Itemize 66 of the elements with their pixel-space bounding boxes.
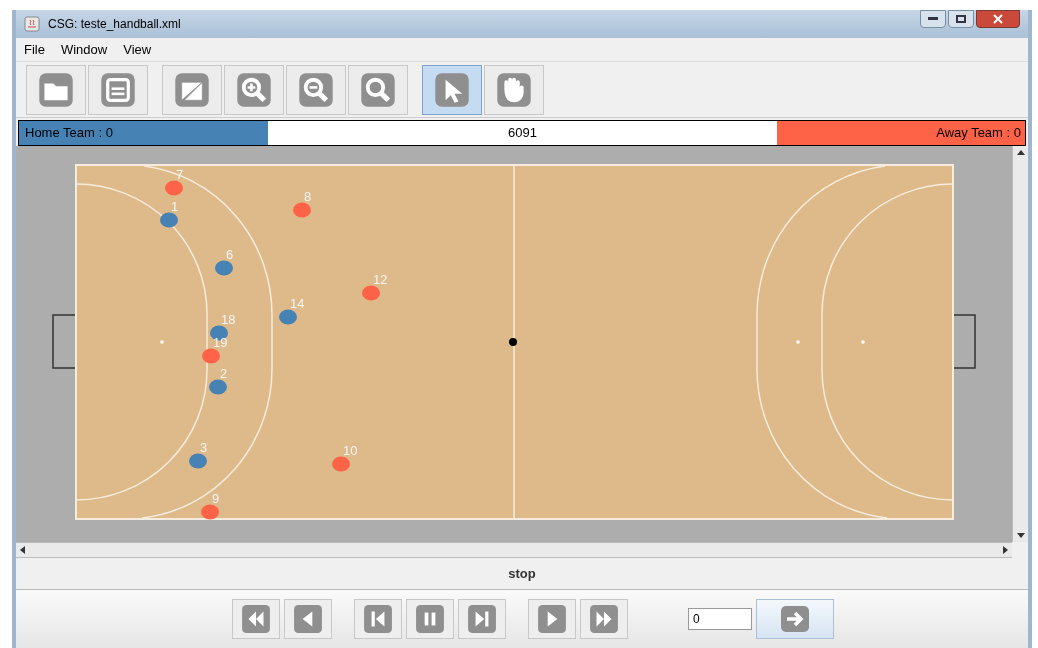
penalty-mark	[796, 340, 800, 344]
toolbar-button[interactable]	[26, 64, 86, 115]
goal	[953, 314, 976, 369]
player-number: 14	[290, 296, 305, 311]
toolbar-button[interactable]	[224, 64, 284, 115]
scroll-left-icon	[20, 546, 25, 554]
play-icon	[537, 604, 567, 634]
home-team-score: Home Team : 0	[19, 121, 268, 145]
menu-item[interactable]: View	[123, 39, 152, 60]
player-number: 3	[200, 440, 208, 455]
player-number: 1	[171, 199, 179, 214]
diagonal-square-icon	[174, 71, 210, 108]
maximize-button[interactable]	[948, 10, 974, 28]
go-button[interactable]	[756, 599, 834, 639]
playback-button[interactable]	[406, 599, 454, 639]
menu-item[interactable]: File	[24, 39, 45, 60]
playback-button[interactable]	[458, 599, 506, 639]
playback-button[interactable]	[580, 599, 628, 639]
scroll-up-icon	[1016, 150, 1025, 155]
penalty-mark	[160, 340, 164, 344]
player-number: 2	[220, 366, 228, 381]
close-button[interactable]	[976, 10, 1020, 28]
scroll-right-icon	[1003, 546, 1008, 554]
frame-input-field[interactable]: 0	[688, 608, 752, 630]
playback-button[interactable]	[232, 599, 280, 639]
maximize-icon	[956, 15, 966, 23]
search-icon	[360, 71, 396, 108]
player-number: 6	[226, 247, 234, 262]
penalty-mark	[861, 340, 865, 344]
ball	[509, 338, 517, 346]
pause-icon	[415, 604, 445, 634]
vertical-scrollbar[interactable]	[1012, 146, 1028, 542]
folder-icon	[38, 71, 74, 108]
window-title: CSG: teste_handball.xml	[48, 16, 181, 33]
game-time: 6091	[268, 121, 777, 145]
zoom-out-icon	[298, 71, 334, 108]
rewind-icon	[241, 604, 271, 634]
zoom-in-icon	[236, 71, 272, 108]
fast-forward-icon	[589, 604, 619, 634]
skip-forward-icon	[467, 604, 497, 634]
player-number: 18	[221, 312, 236, 327]
menu-item[interactable]: Window	[60, 39, 108, 60]
skip-back-icon	[363, 604, 393, 634]
horizontal-scrollbar[interactable]	[16, 542, 1012, 558]
scroll-down-icon	[1016, 533, 1025, 538]
player-number: 8	[304, 189, 312, 204]
minimize-icon	[928, 17, 938, 21]
toolbar-button[interactable]	[484, 64, 544, 115]
playback-button[interactable]	[284, 599, 332, 639]
toolbar-button[interactable]	[162, 64, 222, 115]
app-icon	[24, 16, 40, 32]
player-number: 12	[373, 272, 388, 287]
hand-icon	[496, 71, 532, 108]
player-number: 10	[343, 443, 358, 458]
minimize-button[interactable]	[920, 10, 946, 28]
playback-button[interactable]	[354, 599, 402, 639]
goal	[52, 314, 76, 369]
toolbar-button[interactable]	[286, 64, 346, 115]
player-number: 9	[212, 491, 220, 506]
toolbar-button[interactable]	[422, 64, 482, 115]
close-icon	[993, 14, 1003, 24]
playback-button[interactable]	[528, 599, 576, 639]
away-team-score: Away Team : 0	[777, 121, 1025, 145]
toolbar-button[interactable]	[348, 64, 408, 115]
status-text: stop	[508, 564, 536, 583]
toolbar-button[interactable]	[88, 64, 148, 115]
